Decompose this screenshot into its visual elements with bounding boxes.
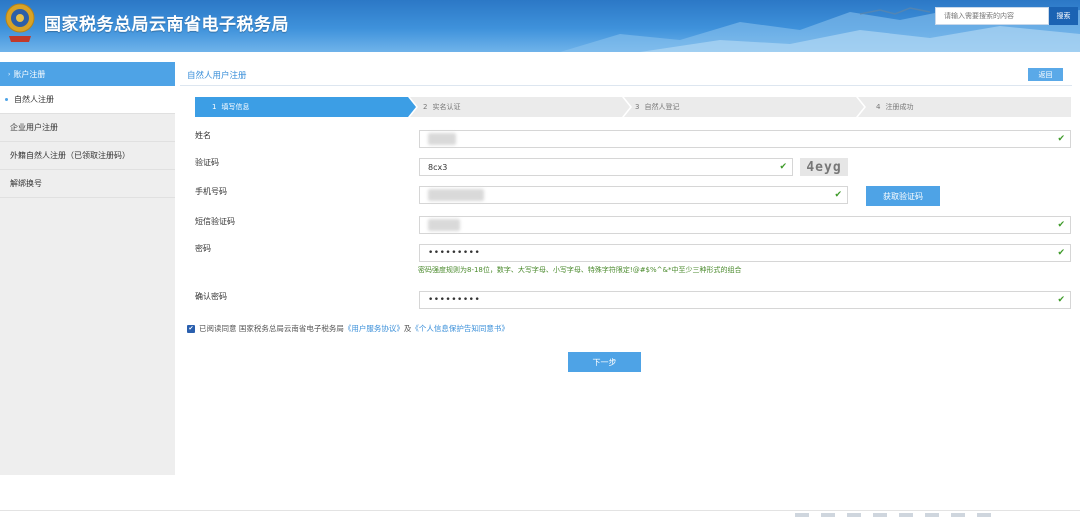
sidebar: › 账户注册 自然人注册 企业用户注册 外籍自然人注册（已领取注册码） 解绑换号 bbox=[0, 62, 175, 475]
sidebar-item-unbind-phone[interactable]: 解绑换号 bbox=[0, 170, 175, 198]
confirm-password-label: 确认密码 bbox=[195, 292, 227, 301]
phone-field[interactable]: ✔ bbox=[419, 186, 848, 204]
sidebar-item-foreign-person[interactable]: 外籍自然人注册（已领取注册码） bbox=[0, 142, 175, 170]
registration-steps: 1 填写信息 2 实名认证 3 自然人登记 4 注册成功 bbox=[195, 97, 1071, 117]
check-icon: ✔ bbox=[1057, 248, 1065, 258]
step-label: 填写信息 bbox=[221, 103, 250, 111]
captcha-value: 8cx3 bbox=[428, 162, 448, 172]
sidebar-item-label: 解绑换号 bbox=[10, 179, 42, 188]
next-step-button[interactable]: 下一步 bbox=[568, 352, 641, 372]
site-title: 国家税务总局云南省电子税务局 bbox=[44, 15, 289, 35]
agreement-middle-text: 及 bbox=[403, 324, 412, 333]
user-service-agreement-link[interactable]: 《用户服务协议》 bbox=[344, 323, 404, 334]
agreement-row: ✔ 已阅读同意 国家税务总局云南省电子税务局 《用户服务协议》 及 《个人信息保… bbox=[187, 323, 509, 334]
sidebar-section-title: 账户注册 bbox=[13, 69, 46, 79]
footer-icon bbox=[821, 513, 835, 517]
check-icon: ✔ bbox=[1057, 134, 1065, 144]
agreement-checkbox[interactable]: ✔ bbox=[187, 324, 195, 333]
name-field[interactable]: ✔ bbox=[419, 130, 1071, 148]
check-icon: ✔ bbox=[834, 190, 842, 200]
redacted-value bbox=[428, 133, 456, 145]
captcha-image[interactable]: 4eyg bbox=[800, 158, 848, 176]
privacy-consent-link[interactable]: 《个人信息保护告知同意书》 bbox=[411, 323, 509, 334]
confirm-password-field[interactable]: ••••••••• ✔ bbox=[419, 291, 1071, 309]
sidebar-item-label: 自然人注册 bbox=[14, 95, 54, 104]
chevron-right-icon: › bbox=[8, 70, 11, 78]
tax-emblem-icon bbox=[5, 3, 35, 42]
password-hint: 密码强度规则为8-18位，数字、大写字母、小写字母、特殊字符限定!@#$%^&*… bbox=[418, 266, 742, 274]
search-input[interactable] bbox=[935, 7, 1049, 25]
password-label: 密码 bbox=[195, 244, 211, 253]
check-icon: ✔ bbox=[779, 162, 787, 172]
get-sms-code-button[interactable]: 获取验证码 bbox=[866, 186, 940, 206]
page-title: 自然人用户注册 bbox=[187, 71, 247, 81]
step-label: 自然人登记 bbox=[644, 103, 680, 111]
step-2: 2 实名认证 bbox=[423, 97, 460, 117]
password-value: ••••••••• bbox=[428, 248, 481, 258]
step-number: 4 bbox=[876, 103, 881, 111]
footer-icon bbox=[899, 513, 913, 517]
footer-icon bbox=[977, 513, 991, 517]
sidebar-item-natural-person[interactable]: 自然人注册 bbox=[0, 86, 175, 114]
footer-icon bbox=[951, 513, 965, 517]
back-button[interactable]: 返回 bbox=[1028, 68, 1063, 81]
step-label: 实名认证 bbox=[432, 103, 461, 111]
agreement-text: 已阅读同意 国家税务总局云南省电子税务局 bbox=[199, 324, 344, 333]
step-number: 3 bbox=[635, 103, 640, 111]
password-field[interactable]: ••••••••• ✔ bbox=[419, 244, 1071, 262]
bullet-icon bbox=[5, 98, 8, 101]
redacted-value bbox=[428, 189, 484, 201]
title-divider bbox=[180, 85, 1072, 86]
site-header: 国家税务总局云南省电子税务局 搜索 bbox=[0, 0, 1080, 52]
step-number: 2 bbox=[423, 103, 428, 111]
confirm-password-value: ••••••••• bbox=[428, 295, 481, 305]
footer-icon bbox=[795, 513, 809, 517]
step-1: 1 填写信息 bbox=[212, 97, 249, 117]
sidebar-item-label: 企业用户注册 bbox=[10, 123, 58, 132]
sidebar-section-account-registration[interactable]: › 账户注册 bbox=[0, 62, 175, 86]
captcha-label: 验证码 bbox=[195, 158, 219, 167]
footer-icons bbox=[795, 513, 991, 517]
footer-icon bbox=[925, 513, 939, 517]
steps-background bbox=[195, 97, 1071, 117]
redacted-value bbox=[428, 219, 460, 231]
check-icon: ✔ bbox=[1057, 220, 1065, 230]
footer-divider bbox=[0, 510, 1080, 511]
footer-icon bbox=[873, 513, 887, 517]
step-label: 注册成功 bbox=[885, 103, 914, 111]
sidebar-item-label: 外籍自然人注册（已领取注册码） bbox=[10, 151, 130, 160]
captcha-field[interactable]: 8cx3 ✔ bbox=[419, 158, 793, 176]
sms-code-label: 短信验证码 bbox=[195, 217, 235, 226]
search-button[interactable]: 搜索 bbox=[1049, 7, 1078, 25]
name-label: 姓名 bbox=[195, 131, 211, 140]
sms-code-field[interactable]: ✔ bbox=[419, 216, 1071, 234]
step-number: 1 bbox=[212, 103, 217, 111]
step-4: 4 注册成功 bbox=[876, 97, 913, 117]
check-icon: ✔ bbox=[1057, 295, 1065, 305]
footer-icon bbox=[847, 513, 861, 517]
sidebar-item-enterprise[interactable]: 企业用户注册 bbox=[0, 114, 175, 142]
phone-label: 手机号码 bbox=[195, 187, 227, 196]
step-3: 3 自然人登记 bbox=[635, 97, 679, 117]
